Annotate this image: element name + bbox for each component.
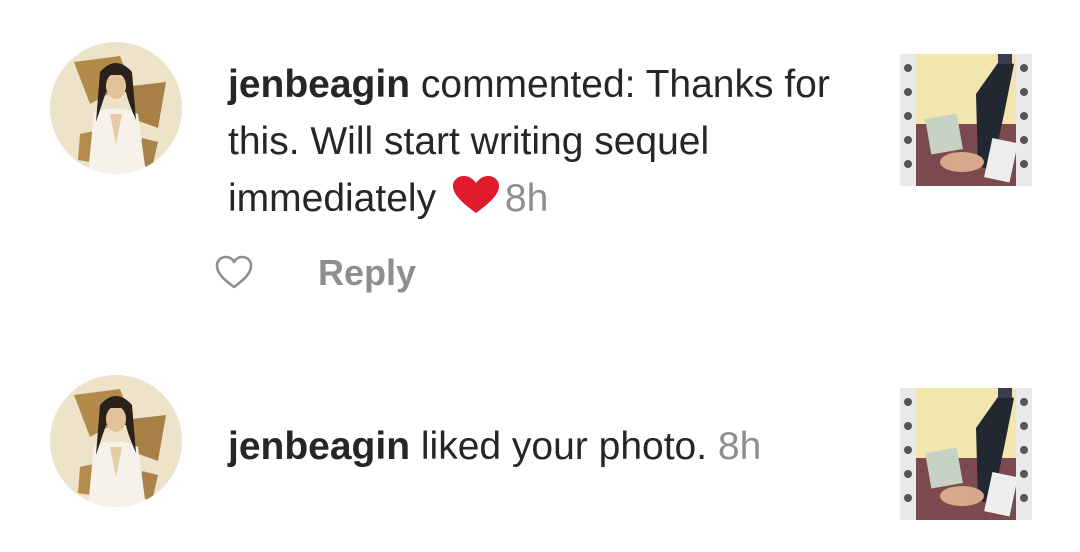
timestamp: 8h: [504, 177, 549, 220]
username-link[interactable]: jenbeagin: [228, 425, 410, 468]
timestamp: 8h: [717, 425, 762, 468]
heart-outline-icon[interactable]: [214, 252, 254, 292]
notification-text: jenbeagin liked your photo. 8h: [228, 418, 858, 475]
notification-comment[interactable]: jenbeagin commented: Thanks for this. Wi…: [0, 0, 1080, 330]
post-thumbnail-image: [900, 388, 1032, 520]
red-heart-emoji-icon: [451, 175, 501, 215]
user-avatar[interactable]: [50, 42, 182, 174]
post-thumbnail[interactable]: [900, 388, 1032, 520]
post-thumbnail[interactable]: [900, 54, 1032, 186]
username-link[interactable]: jenbeagin: [228, 63, 410, 106]
post-thumbnail-image: [900, 54, 1032, 186]
like-message: liked your photo.: [410, 425, 718, 468]
notification-text: jenbeagin commented: Thanks for this. Wi…: [228, 56, 858, 227]
user-avatar[interactable]: [50, 375, 182, 507]
avatar-image: [50, 42, 182, 174]
notification-like[interactable]: jenbeagin liked your photo. 8h: [0, 330, 1080, 552]
reply-button[interactable]: Reply: [318, 253, 416, 293]
avatar-image: [50, 375, 182, 507]
